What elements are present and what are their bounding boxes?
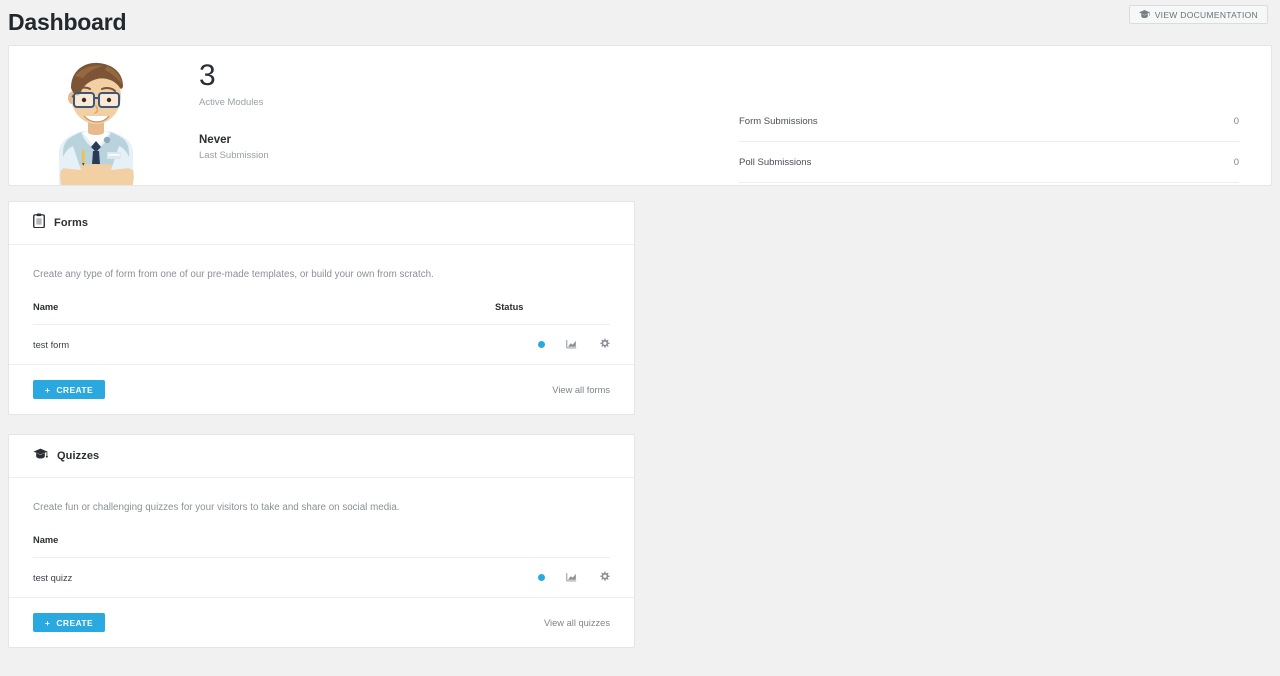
column-header-name: Name: [33, 535, 59, 545]
submission-row-forms: Form Submissions 0: [739, 101, 1239, 142]
clipboard-icon: [33, 213, 45, 233]
stats-icon[interactable]: [566, 572, 577, 584]
quiz-name-cell: test quizz: [33, 557, 495, 597]
forms-table: Name Status test form: [33, 302, 610, 364]
column-header-status: [495, 535, 610, 558]
page-title: Dashboard: [8, 9, 127, 35]
column-header-status: Status: [495, 302, 524, 312]
create-form-label: CREATE: [56, 384, 94, 395]
forms-card-footer: + CREATE View all forms: [9, 364, 634, 414]
gear-icon[interactable]: [599, 571, 610, 584]
submission-row-quizzes: Quiz Submissions 0: [739, 183, 1239, 185]
forms-card: Forms Create any type of form from one o…: [8, 201, 635, 415]
graduation-cap-icon: [33, 447, 48, 465]
last-submission-label: Last Submission: [199, 150, 269, 161]
status-dot-icon[interactable]: [537, 341, 545, 348]
active-modules-label: Active Modules: [199, 97, 264, 108]
quizzes-table: Name test quizz: [33, 535, 610, 597]
submissions-list: Form Submissions 0 Poll Submissions 0 Qu…: [739, 101, 1239, 185]
overview-card: 3 Active Modules Never Last Submission F…: [8, 45, 1272, 186]
quizzes-card-title: Quizzes: [57, 450, 100, 462]
row-actions: [495, 557, 610, 597]
plus-icon: +: [45, 617, 51, 628]
active-modules-value: 3: [199, 59, 216, 92]
submission-row-polls: Poll Submissions 0: [739, 142, 1239, 183]
quizzes-card-footer: + CREATE View all quizzes: [9, 597, 634, 647]
table-header-row: Name: [33, 535, 610, 558]
form-name-cell: test form: [33, 324, 495, 364]
left-column: Forms Create any type of form from one o…: [8, 201, 635, 667]
forms-card-body: Create any type of form from one of our …: [9, 245, 634, 364]
gear-icon[interactable]: [599, 338, 610, 351]
table-row[interactable]: test form: [33, 324, 610, 364]
table-header-row: Name Status: [33, 302, 610, 325]
last-submission-value: Never: [199, 134, 231, 146]
quizzes-card-header: Quizzes: [9, 435, 634, 478]
create-form-button[interactable]: + CREATE: [33, 380, 106, 399]
stats-icon[interactable]: [566, 339, 577, 351]
submission-value: 0: [1233, 156, 1239, 168]
top-bar: Dashboard VIEW DOCUMENTATION: [0, 0, 1280, 45]
view-all-forms-link[interactable]: View all forms: [552, 385, 610, 395]
forms-card-header: Forms: [9, 202, 634, 245]
column-header-name: Name: [33, 302, 59, 312]
submission-label: Form Submissions: [739, 115, 818, 127]
quizzes-description: Create fun or challenging quizzes for yo…: [33, 502, 400, 513]
submission-label: Poll Submissions: [739, 156, 812, 168]
view-documentation-label: VIEW DOCUMENTATION: [1154, 9, 1258, 20]
modules-grid: Forms Create any type of form from one o…: [8, 201, 1272, 676]
forms-card-title: Forms: [54, 217, 89, 229]
quizzes-card: Quizzes Create fun or challenging quizze…: [8, 434, 635, 648]
submission-value: 0: [1233, 115, 1239, 127]
create-quiz-button[interactable]: + CREATE: [33, 613, 106, 632]
hero-stats: 3 Active Modules Never Last Submission: [199, 59, 269, 162]
graduation-cap-icon: [1138, 10, 1150, 19]
view-documentation-button[interactable]: VIEW DOCUMENTATION: [1128, 5, 1268, 24]
plus-icon: +: [45, 384, 51, 395]
create-quiz-label: CREATE: [56, 617, 94, 628]
status-dot-icon[interactable]: [537, 574, 545, 581]
forms-description: Create any type of form from one of our …: [33, 269, 434, 280]
table-row[interactable]: test quizz: [33, 557, 610, 597]
row-actions: [495, 324, 610, 364]
user-illustration-avatar: [41, 48, 151, 185]
quizzes-card-body: Create fun or challenging quizzes for yo…: [9, 478, 634, 597]
view-all-quizzes-link[interactable]: View all quizzes: [544, 618, 610, 628]
